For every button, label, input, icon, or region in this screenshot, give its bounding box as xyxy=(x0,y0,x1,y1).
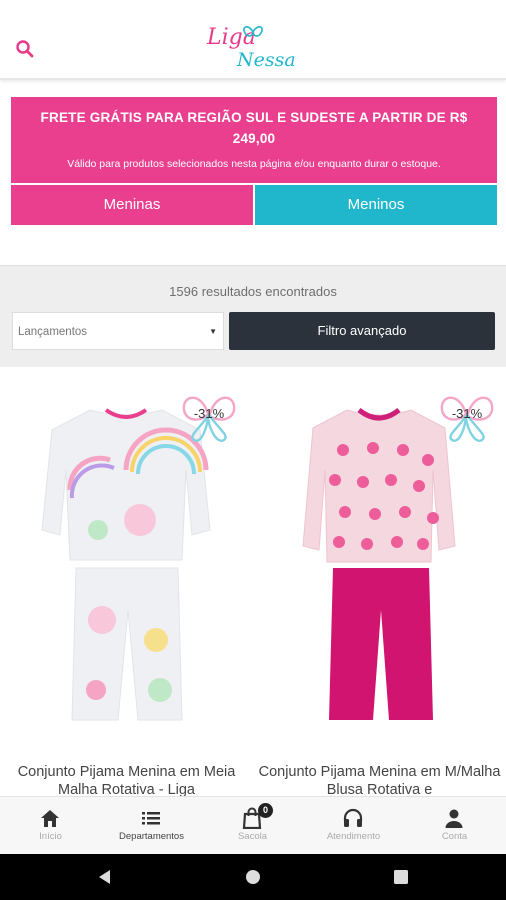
tab-bag-label: Sacola xyxy=(237,831,268,842)
sort-select[interactable]: Lançamentos ▼ xyxy=(12,312,224,350)
advanced-filter-button[interactable]: Filtro avançado xyxy=(229,312,495,350)
promo-title: FRETE GRÁTIS PARA REGIÃO SUL E SUDESTE A… xyxy=(40,110,468,146)
tab-home[interactable]: Início xyxy=(0,797,101,855)
tab-support[interactable]: Atendimento xyxy=(303,797,404,855)
tab-account-label: Conta xyxy=(441,831,468,842)
results-count: 1596 resultados encontrados xyxy=(169,284,337,299)
home-circle-icon[interactable] xyxy=(244,868,262,886)
home-icon xyxy=(41,810,59,827)
caret-down-icon: ▼ xyxy=(209,327,217,336)
recents-icon[interactable] xyxy=(392,868,410,886)
discount-badge: -31% xyxy=(178,388,240,444)
tab-support-label: Atendimento xyxy=(326,831,381,842)
discount-label: -31% xyxy=(193,406,225,421)
filter-bar: 1596 resultados encontrados Lançamentos … xyxy=(0,265,506,367)
tab-departments-label: Departamentos xyxy=(119,831,184,842)
product-title[interactable]: Conjunto Pijama Menina em M/Malha Blusa … xyxy=(253,763,506,799)
product-title[interactable]: Conjunto Pijama Menina em Meia Malha Rot… xyxy=(0,763,253,799)
sort-selected-value: Lançamentos xyxy=(18,326,88,338)
free-shipping-banner: FRETE GRÁTIS PARA REGIÃO SUL E SUDESTE A… xyxy=(11,97,497,183)
discount-badge: -31% xyxy=(436,388,498,444)
tab-bag[interactable]: 0 Sacola xyxy=(202,797,303,855)
system-navigation-bar xyxy=(0,854,506,900)
back-icon[interactable] xyxy=(96,868,114,886)
brand-logo[interactable]: Liga Nessa xyxy=(203,18,303,74)
category-boys-button[interactable]: Meninos xyxy=(255,185,497,225)
headset-icon xyxy=(343,808,363,827)
svg-text:Liga: Liga xyxy=(206,25,256,50)
bag-count-badge: 0 xyxy=(258,803,273,818)
promo-subtitle: Válido para produtos selecionados nesta … xyxy=(67,158,441,170)
bottom-tab-bar: Início Departamentos 0 Sacola Atendiment… xyxy=(0,796,506,854)
category-girls-button[interactable]: Meninas xyxy=(11,185,253,225)
person-icon xyxy=(445,809,463,828)
tab-departments[interactable]: Departamentos xyxy=(101,797,202,855)
product-card[interactable]: -31% Conjunto Pijama Menina em Meia Malh… xyxy=(0,380,253,800)
search-button[interactable] xyxy=(14,38,38,62)
tab-home-label: Início xyxy=(39,831,62,842)
list-icon xyxy=(142,812,160,825)
search-icon xyxy=(16,40,34,58)
app-header: Liga Nessa xyxy=(0,0,506,80)
discount-label: -31% xyxy=(451,406,483,421)
svg-text:Nessa: Nessa xyxy=(236,49,296,71)
product-card[interactable]: -31% Conjunto Pijama Menina em M/Malha B… xyxy=(253,380,506,800)
tab-account[interactable]: Conta xyxy=(404,797,505,855)
